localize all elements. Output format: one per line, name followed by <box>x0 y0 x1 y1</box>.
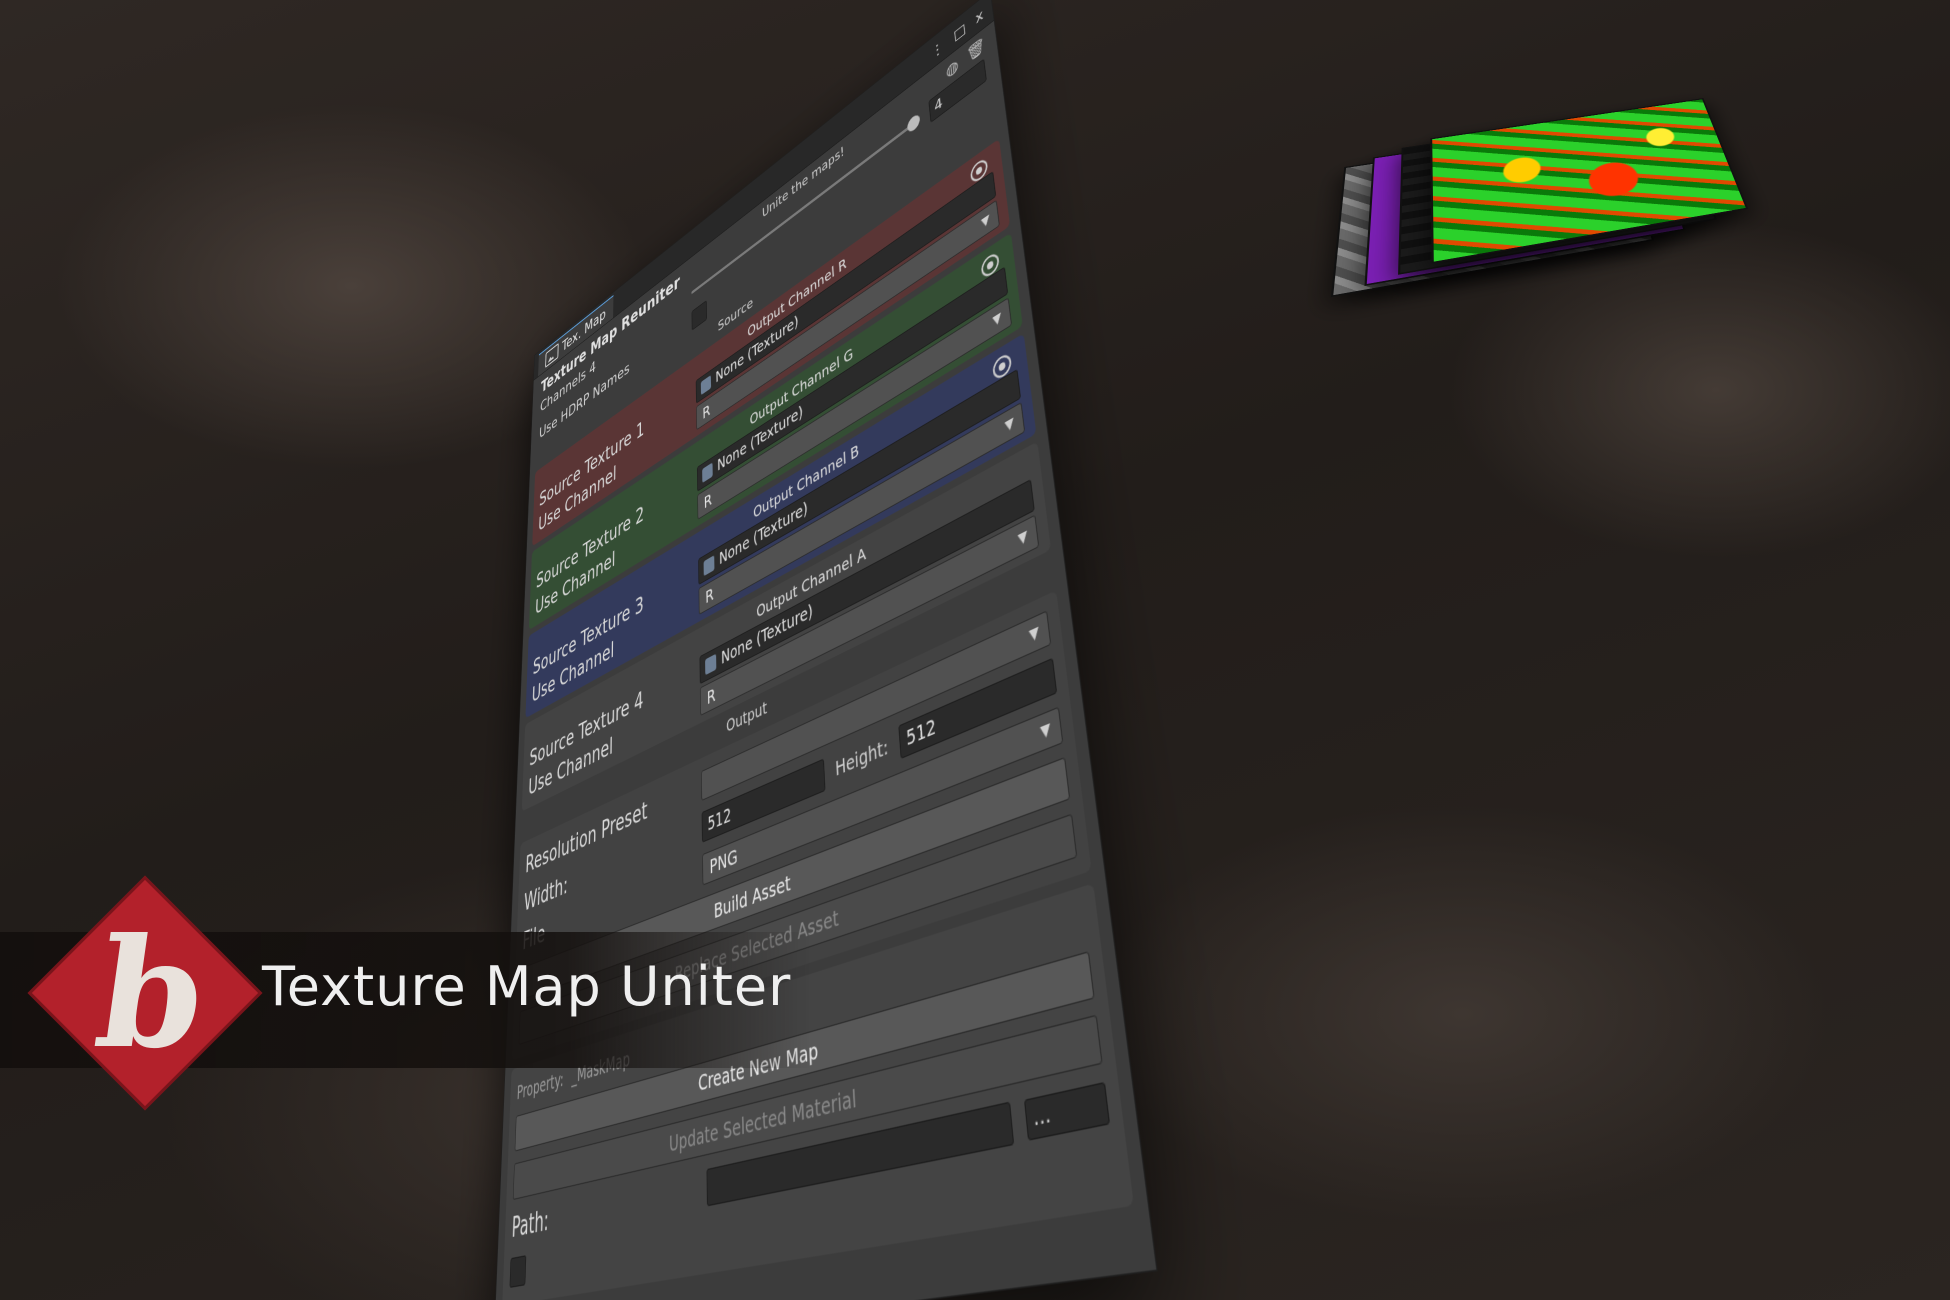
hdrp-checkbox[interactable] <box>691 300 708 331</box>
menu-icon[interactable]: ⋮ <box>931 38 945 63</box>
path-browse-button[interactable]: ... <box>1023 1081 1111 1141</box>
brand-title: Texture Map Uniter <box>262 955 792 1018</box>
texture-icon <box>705 653 717 676</box>
stage: Tex. Map ⋮ □ x ◍ 🗑 Texture Map Reuniter … <box>0 0 1950 1300</box>
brand-logo: b <box>27 875 263 1111</box>
file-format-value: PNG <box>709 843 738 879</box>
maximize-icon[interactable]: □ <box>953 20 967 44</box>
texture-icon <box>700 375 712 396</box>
texture-icon <box>703 555 715 577</box>
channel-value: R <box>702 400 711 424</box>
chevron-down-icon: ▼ <box>991 309 1003 330</box>
chevron-down-icon: ▼ <box>1028 623 1041 646</box>
texture-icon <box>702 462 713 484</box>
texture-preview-stack <box>1330 70 1760 360</box>
channel-value: R <box>703 488 713 513</box>
logo-glyph: b <box>86 906 216 1082</box>
close-icon[interactable]: x <box>975 6 985 27</box>
chevron-down-icon: ▼ <box>1017 527 1029 549</box>
channel-value: R <box>706 683 716 709</box>
chevron-down-icon: ▼ <box>1039 719 1052 743</box>
channel-value: R <box>705 583 714 608</box>
chevron-down-icon: ▼ <box>980 212 991 231</box>
texture-map-window: Tex. Map ⋮ □ x ◍ 🗑 Texture Map Reuniter … <box>493 0 1158 1300</box>
chevron-down-icon: ▼ <box>1004 414 1015 435</box>
slider-thumb[interactable] <box>906 112 921 135</box>
path-checkbox[interactable] <box>509 1255 527 1288</box>
